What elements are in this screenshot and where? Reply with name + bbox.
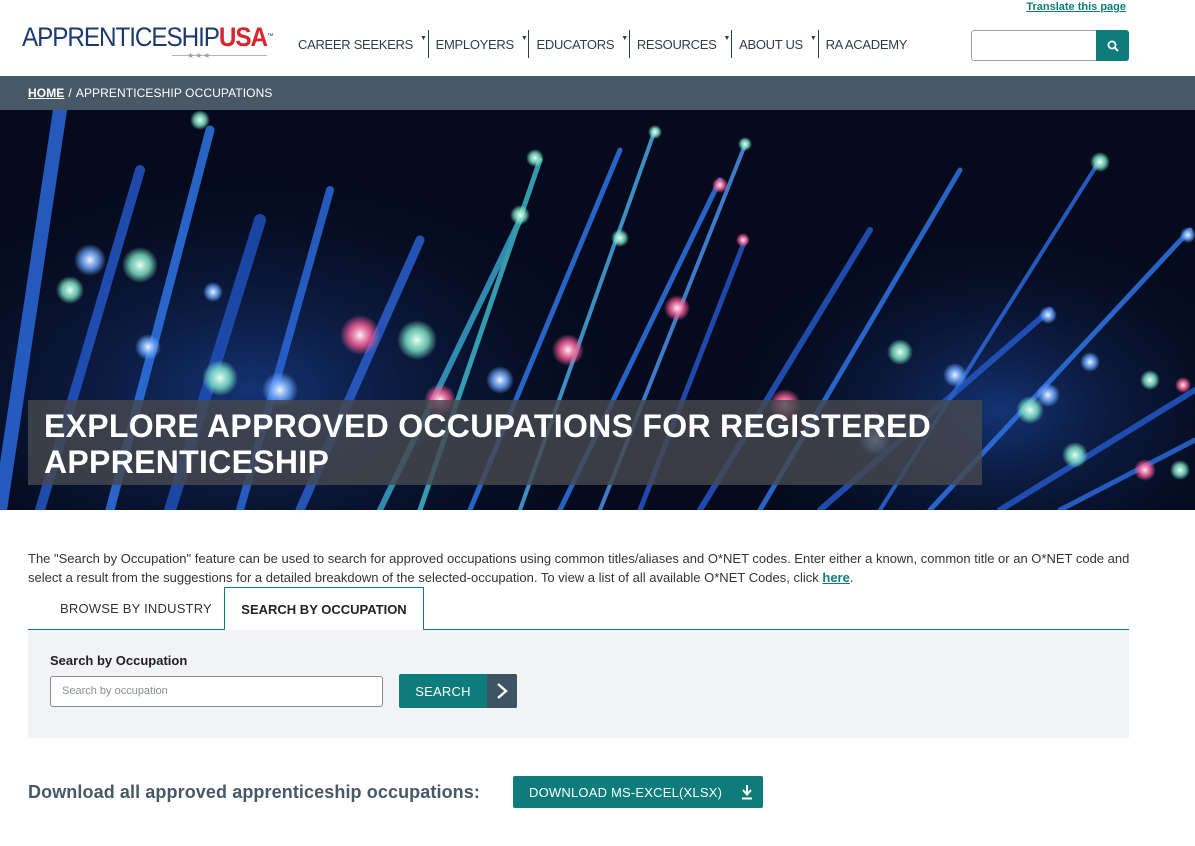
- intro-text: The "Search by Occupation" feature can b…: [28, 551, 1130, 585]
- logo-stars: ★★★: [187, 51, 212, 60]
- occupation-search-input[interactable]: Search by occupation: [50, 676, 383, 707]
- caret-down-icon: ▼: [420, 35, 427, 42]
- page-title: EXPLORE APPROVED OCCUPATIONS FOR REGISTE…: [44, 408, 932, 480]
- nav-employers[interactable]: EMPLOYERS ▼: [429, 30, 530, 58]
- site-logo[interactable]: APPRENTICESHIPUSA™ ★★★: [22, 22, 273, 62]
- occupation-tabs: BROWSE BY INDUSTRY SEARCH BY OCCUPATION: [28, 587, 1129, 631]
- occupation-search-button[interactable]: SEARCH: [399, 674, 517, 708]
- search-button-label: SEARCH: [415, 683, 471, 699]
- nav-about-us[interactable]: ABOUT US ▼: [732, 30, 819, 58]
- chevron-right-icon: [487, 674, 517, 708]
- search-panel: Search by Occupation Search by occupatio…: [28, 630, 1129, 738]
- nav-ra-academy[interactable]: RA ACADEMY: [819, 30, 916, 58]
- onet-codes-link[interactable]: here: [822, 570, 849, 585]
- download-icon: [742, 785, 752, 800]
- caret-down-icon: ▼: [809, 35, 817, 42]
- occupation-search-label: Search by Occupation: [50, 653, 188, 668]
- tab-browse-by-industry[interactable]: BROWSE BY INDUSTRY: [60, 587, 212, 630]
- nav-resources[interactable]: RESOURCES ▼: [630, 30, 733, 58]
- caret-down-icon: ▼: [723, 35, 731, 42]
- breadcrumb-current: APPRENTICESHIP OCCUPATIONS: [75, 86, 273, 100]
- translate-link[interactable]: Translate this page: [1026, 1, 1126, 13]
- caret-down-icon: ▼: [621, 35, 628, 42]
- site-search-button[interactable]: [1096, 30, 1129, 61]
- hero-title-box: EXPLORE APPROVED OCCUPATIONS FOR REGISTE…: [28, 400, 982, 485]
- hero-banner: EXPLORE APPROVED OCCUPATIONS FOR REGISTE…: [0, 110, 1195, 510]
- search-icon: [1107, 40, 1119, 52]
- download-button-label: DOWNLOAD MS-EXCEL(XLSX): [529, 784, 723, 800]
- download-label: Download all approved apprenticeship occ…: [28, 782, 480, 802]
- nav-educators[interactable]: EDUCATORS ▼: [529, 30, 630, 58]
- logo-wordmark: APPRENTICESHIPUSA™: [22, 22, 273, 52]
- breadcrumb-home-link[interactable]: HOME: [28, 86, 64, 100]
- download-excel-button[interactable]: DOWNLOAD MS-EXCEL(XLSX): [513, 776, 763, 808]
- site-header: Translate this page APPRENTICESHIPUSA™ ★…: [0, 0, 1195, 76]
- breadcrumb-separator: /: [68, 86, 72, 100]
- main-nav: CAREER SEEKERS ▼ EMPLOYERS ▼ EDUCATORS ▼…: [298, 30, 915, 58]
- site-search-input[interactable]: [971, 30, 1097, 61]
- nav-career-seekers[interactable]: CAREER SEEKERS ▼: [298, 30, 429, 58]
- tab-search-by-occupation[interactable]: SEARCH BY OCCUPATION: [224, 587, 424, 631]
- caret-down-icon: ▼: [520, 35, 528, 42]
- breadcrumb: HOME / APPRENTICESHIP OCCUPATIONS: [0, 76, 1195, 110]
